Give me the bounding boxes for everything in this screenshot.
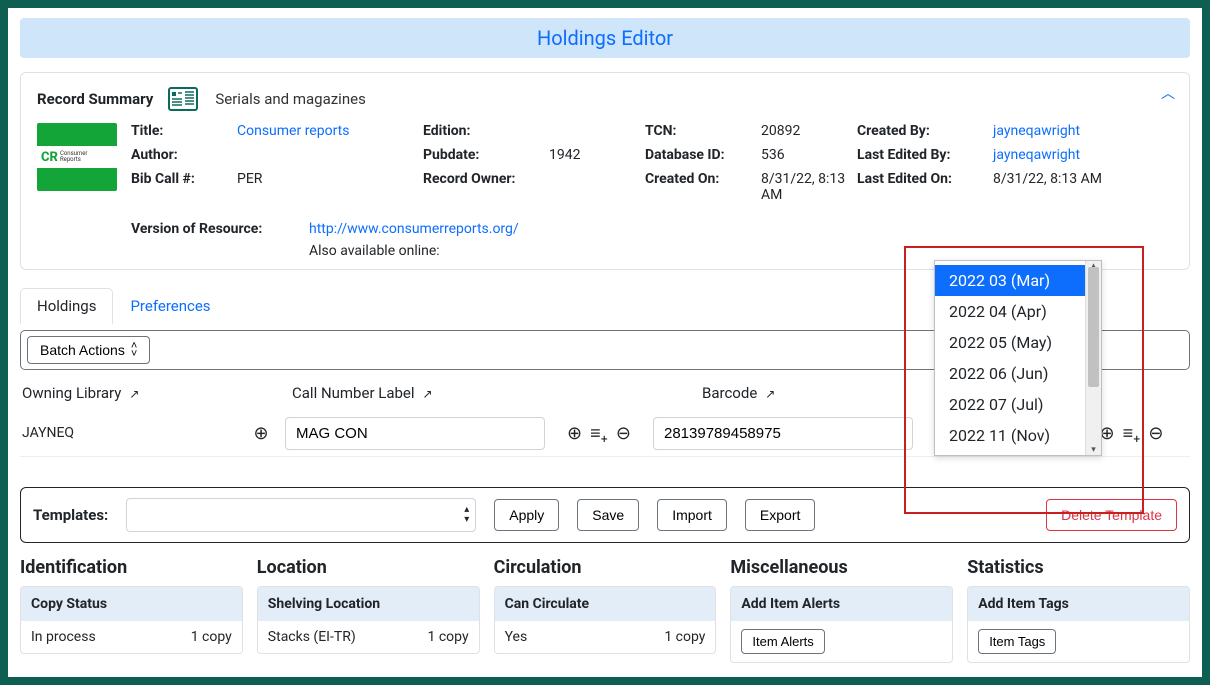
add-call-number-icon[interactable]: ⊕ <box>253 423 268 444</box>
tab-holdings[interactable]: Holdings <box>20 288 113 324</box>
export-button[interactable]: Export <box>745 499 815 531</box>
dropdown-item[interactable]: 2022 03 (Mar) <box>935 265 1085 296</box>
section-title: Location <box>257 557 480 578</box>
dropdown-item[interactable]: 2022 07 (Jul) <box>935 389 1085 420</box>
item-alerts-button[interactable]: Item Alerts <box>741 629 824 654</box>
format-label: Serials and magazines <box>215 90 365 108</box>
record-grid: CRConsumerReports Title: Consumer report… <box>37 123 1173 203</box>
version-note: Also available online: <box>309 243 1173 259</box>
apply-button[interactable]: Apply <box>494 499 559 531</box>
item-tags-button[interactable]: Item Tags <box>978 629 1056 654</box>
expand-icon <box>765 384 775 402</box>
dropdown-item[interactable]: 2022 05 (May) <box>935 327 1085 358</box>
page-title: Holdings Editor <box>537 26 673 50</box>
templates-bar: Templates: ▴▾ Apply Save Import Export D… <box>20 487 1190 543</box>
expand-icon <box>129 384 139 402</box>
card-head: Add Item Tags <box>968 587 1189 621</box>
tab-preferences[interactable]: Preferences <box>113 288 227 324</box>
sort-icon: ˄˅ <box>131 342 137 358</box>
card-head: Copy Status <box>21 587 242 621</box>
createdby-label: Created By: <box>857 123 987 139</box>
card-count: 1 copy <box>664 629 705 645</box>
col-barcode[interactable]: Barcode <box>702 384 962 402</box>
part-dropdown[interactable]: 2022 03 (Mar)2022 04 (Apr)2022 05 (May)2… <box>934 260 1102 456</box>
cover-image: CRConsumerReports <box>37 123 117 191</box>
createdon-value: 8/31/22, 8:13 AM <box>761 171 851 203</box>
section-identification: Identification Copy Status In process 1 … <box>20 557 243 663</box>
card-head: Add Item Alerts <box>731 587 952 621</box>
scrollbar-thumb[interactable] <box>1088 267 1099 387</box>
owning-library-value: JAYNEQ <box>22 425 237 441</box>
pubdate-label: Pubdate: <box>423 147 543 163</box>
title-link[interactable]: Consumer reports <box>237 123 417 139</box>
card-value: In process <box>31 629 96 645</box>
record-extra-row: Version of Resource: http://www.consumer… <box>131 221 1173 259</box>
dropdown-item[interactable]: 2022 06 (Jun) <box>935 358 1085 389</box>
tcn-label: TCN: <box>645 123 755 139</box>
owner-label: Record Owner: <box>423 171 543 187</box>
card-head: Can Circulate <box>495 587 716 621</box>
title-label: Title: <box>131 123 231 139</box>
import-button[interactable]: Import <box>657 499 727 531</box>
card-count: 1 copy <box>428 629 469 645</box>
record-summary-heading: Record Summary <box>37 90 153 108</box>
editby-label: Last Edited By: <box>857 147 987 163</box>
delete-template-button[interactable]: Delete Template <box>1046 499 1177 531</box>
dropdown-item[interactable]: 2022 04 (Apr) <box>935 296 1085 327</box>
barcode-input[interactable] <box>653 417 913 450</box>
templates-label: Templates: <box>33 506 108 524</box>
section-title: Circulation <box>494 557 717 578</box>
record-summary-card: ︿ Record Summary Serials and m <box>20 72 1190 270</box>
editon-value: 8/31/22, 8:13 AM <box>993 171 1173 187</box>
section-circulation: Circulation Can Circulate Yes 1 copy <box>494 557 717 663</box>
card-count: 1 copy <box>191 629 232 645</box>
call-label: Bib Call #: <box>131 171 231 187</box>
version-link[interactable]: http://www.consumerreports.org/ <box>309 221 1173 237</box>
remove-item-icon[interactable]: ⊖ <box>1148 423 1163 444</box>
section-statistics: Statistics Add Item Tags Item Tags <box>967 557 1190 663</box>
record-summary-header: Record Summary Serials and magazines <box>37 85 1173 113</box>
section-location: Location Shelving Location Stacks (EI-TR… <box>257 557 480 663</box>
createdby-link[interactable]: jayneqawright <box>993 123 1173 139</box>
add-icon[interactable]: ⊕ <box>567 423 582 444</box>
list-add-icon[interactable]: ≡₊ <box>590 423 608 444</box>
attribute-sections: Identification Copy Status In process 1 … <box>20 557 1190 663</box>
list-add-item-icon[interactable]: ≡₊ <box>1123 423 1141 444</box>
card-value: Stacks (EI-TR) <box>268 629 356 645</box>
batch-actions-label: Batch Actions <box>40 342 125 358</box>
card-head: Shelving Location <box>258 587 479 621</box>
tcn-value: 20892 <box>761 123 851 139</box>
col-call-number[interactable]: Call Number Label <box>292 384 692 402</box>
dropdown-scrollbar[interactable]: ▴ ▾ <box>1085 261 1101 455</box>
expand-icon <box>423 384 433 402</box>
section-title: Identification <box>20 557 243 578</box>
db-value: 536 <box>761 147 851 163</box>
pubdate-value: 1942 <box>549 147 639 163</box>
version-label: Version of Resource: <box>131 221 301 237</box>
db-label: Database ID: <box>645 147 755 163</box>
section-miscellaneous: Miscellaneous Add Item Alerts Item Alert… <box>730 557 953 663</box>
save-button[interactable]: Save <box>577 499 639 531</box>
card-value: Yes <box>505 629 528 645</box>
format-icon <box>165 85 201 113</box>
col-owning-library[interactable]: Owning Library <box>22 384 282 402</box>
author-label: Author: <box>131 147 231 163</box>
record-fields: Title: Consumer reports Edition: TCN: 20… <box>131 123 1173 203</box>
section-title: Statistics <box>967 557 1190 578</box>
editon-label: Last Edited On: <box>857 171 987 187</box>
call-number-input[interactable] <box>285 417 545 450</box>
app-canvas: Holdings Editor ︿ Record Summary <box>6 6 1204 679</box>
editby-link[interactable]: jayneqawright <box>993 147 1173 163</box>
template-select[interactable]: ▴▾ <box>126 498 476 532</box>
page-title-banner: Holdings Editor <box>20 18 1190 58</box>
dropdown-list: 2022 03 (Mar)2022 04 (Apr)2022 05 (May)2… <box>935 261 1085 455</box>
edition-label: Edition: <box>423 123 543 139</box>
batch-actions-button[interactable]: Batch Actions ˄˅ <box>27 336 150 364</box>
createdon-label: Created On: <box>645 171 755 187</box>
dropdown-item[interactable]: 2022 11 (Nov) <box>935 420 1085 451</box>
section-title: Miscellaneous <box>730 557 953 578</box>
remove-icon[interactable]: ⊖ <box>616 423 631 444</box>
call-value: PER <box>237 171 417 187</box>
collapse-summary-icon[interactable]: ︿ <box>1161 83 1175 103</box>
